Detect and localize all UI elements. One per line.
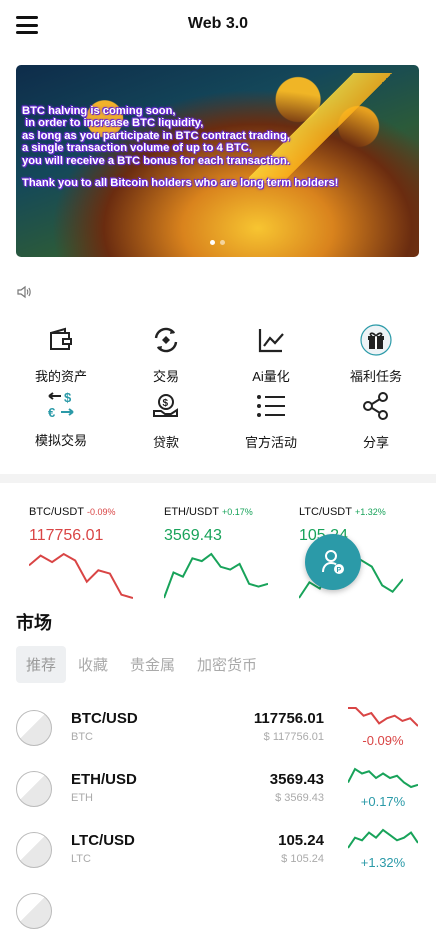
market-section-title: 市场 bbox=[16, 613, 52, 633]
exchange-icon bbox=[154, 327, 178, 353]
market-row-ltc[interactable]: LTC/USD LTC 105.24 $ 105.24 +1.32% bbox=[0, 822, 436, 882]
banner-pagination[interactable] bbox=[16, 240, 419, 245]
ticker-card-btc[interactable]: BTC/USDT -0.09% 117756.01 bbox=[29, 502, 159, 599]
sparkline-path bbox=[164, 552, 268, 599]
section-divider bbox=[0, 474, 436, 483]
market-row-eth[interactable]: ETH/USD ETH 3569.43 $ 3569.43 +0.17% bbox=[0, 761, 436, 821]
line-chart-icon bbox=[258, 329, 284, 353]
sparkline-path bbox=[348, 828, 418, 849]
user-support-icon: P bbox=[322, 550, 344, 574]
sparkline-path bbox=[348, 707, 418, 727]
coin-logo-broken-image bbox=[16, 893, 52, 929]
coin-logo-broken-image bbox=[16, 832, 52, 868]
menu-item-loan[interactable]: $ 贷款 bbox=[116, 388, 216, 451]
speaker-icon[interactable] bbox=[16, 284, 32, 300]
row-sparkline bbox=[348, 828, 418, 849]
menu-item-share[interactable]: 分享 bbox=[326, 388, 426, 451]
menu-item-rewards[interactable]: 福利任务 bbox=[326, 322, 426, 385]
share-icon bbox=[363, 392, 388, 420]
ticker-card-eth[interactable]: ETH/USDT +0.17% 3569.43 bbox=[164, 502, 294, 599]
sparkline-path bbox=[348, 767, 418, 789]
app-title: Web 3.0 bbox=[187, 15, 249, 32]
tab-favorites[interactable]: 收藏 bbox=[68, 646, 118, 683]
tab-recommended[interactable]: 推荐 bbox=[16, 646, 67, 683]
app-header: Web 3.0 bbox=[0, 0, 436, 50]
row-sparkline bbox=[348, 707, 418, 727]
svg-text:€: € bbox=[48, 405, 55, 419]
svg-text:$: $ bbox=[163, 398, 169, 409]
coin-logo-broken-image bbox=[16, 710, 52, 746]
menu-item-assets[interactable]: 我的资产 bbox=[11, 322, 111, 385]
ticker-sparkline bbox=[29, 552, 133, 599]
tab-crypto[interactable]: 加密货币 bbox=[187, 646, 267, 683]
row-sparkline bbox=[348, 767, 418, 789]
market-row-btc[interactable]: BTC/USD BTC 117756.01 $ 117756.01 -0.09% bbox=[0, 700, 436, 760]
loan-icon: $ bbox=[153, 394, 178, 417]
change-percent: +0.17% bbox=[360, 794, 406, 809]
menu-item-events[interactable]: 官方活动 bbox=[221, 388, 321, 451]
currency-swap-icon: $€ bbox=[48, 390, 74, 419]
change-percent: -0.09% bbox=[362, 733, 404, 748]
coin-logo-broken-image bbox=[16, 771, 52, 807]
list-icon bbox=[257, 395, 285, 417]
menu-item-demo-trade[interactable]: $ € 模拟交易 bbox=[11, 386, 111, 449]
promo-banner[interactable]: BTC halving is coming soon, in order to … bbox=[16, 65, 419, 257]
svg-text:P: P bbox=[337, 567, 342, 574]
wallet-icon bbox=[50, 327, 72, 350]
ticker-sparkline bbox=[164, 552, 268, 599]
banner-text: BTC halving is coming soon, in order to … bbox=[22, 105, 339, 190]
change-percent: +1.32% bbox=[360, 855, 406, 870]
market-tabs: 推荐 收藏 贵金属 加密货币 bbox=[16, 646, 269, 683]
customer-service-button[interactable]: P bbox=[305, 534, 361, 590]
svg-text:$: $ bbox=[64, 390, 72, 405]
menu-item-ai-quant[interactable]: Ai量化 bbox=[221, 322, 321, 385]
gift-icon bbox=[360, 324, 392, 356]
sparkline-path bbox=[29, 552, 133, 599]
market-row-next[interactable] bbox=[0, 883, 436, 943]
tab-precious-metals[interactable]: 贵金属 bbox=[120, 646, 185, 683]
menu-item-trade[interactable]: 交易 bbox=[116, 322, 216, 385]
